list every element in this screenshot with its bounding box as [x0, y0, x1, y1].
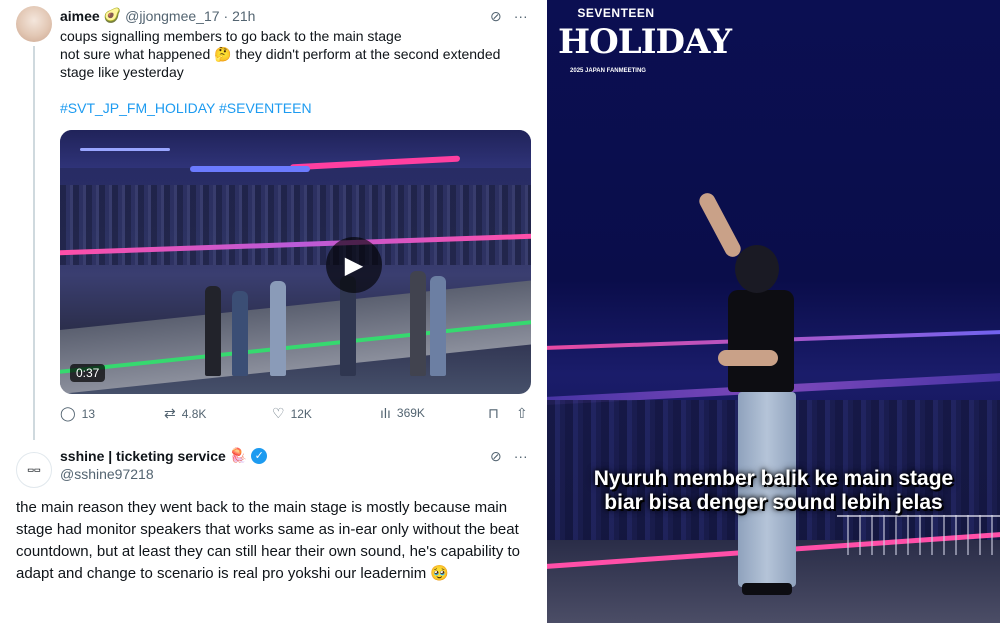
performer-torso [728, 290, 794, 392]
tweet-text: the main reason they went back to the ma… [16, 497, 536, 585]
tweet-text: coups signalling members to go back to t… [60, 27, 530, 81]
performer-shoes [742, 583, 792, 595]
logo-main-text: HOLIDAY [558, 22, 732, 62]
user-handle[interactable]: @jjongmee_17 [125, 8, 219, 24]
bookmark-button[interactable]: ⊓ [488, 405, 499, 422]
share-icon: ⇧ [516, 405, 528, 421]
repost-count: 4.8K [181, 406, 207, 421]
tweet-top-icons: ⊘ ··· [490, 448, 528, 465]
stage-light [80, 148, 170, 151]
like-count: 12K [290, 406, 312, 421]
views-count: 369K [396, 406, 425, 420]
repost-icon: ⇄ [164, 405, 176, 421]
performer [410, 271, 426, 376]
repost-button[interactable]: ⇄ 4.8K [164, 405, 206, 422]
avatar[interactable]: ▭▭ [16, 452, 52, 488]
tweet-line: coups signalling members to go back to t… [60, 28, 402, 44]
tweet-line: not sure what happened 🤔 they didn't per… [60, 45, 530, 63]
tweet-header: sshine | ticketing service 🪼 ✓ [60, 447, 268, 464]
avocado-emoji-icon: 🥑 [103, 7, 122, 23]
performer [430, 276, 446, 376]
reply-button[interactable]: ◯ 13 [60, 405, 95, 422]
subtitle-line: Nyuruh member balik ke main stage [593, 467, 954, 490]
hashtags[interactable]: #SVT_JP_FM_HOLIDAY #SEVENTEEN [60, 100, 312, 116]
stage-railing [837, 515, 1000, 555]
reply-icon: ◯ [60, 405, 76, 421]
reply-count: 13 [81, 406, 96, 421]
play-icon: ▶ [344, 251, 364, 279]
subtitle-line: biar bisa denger sound lebih jelas [604, 491, 943, 514]
more-icon[interactable]: ··· [514, 8, 528, 25]
pleading-emoji-icon: 🥹 [430, 565, 450, 582]
video-crowd [60, 185, 531, 265]
timestamp[interactable]: · 21h [224, 8, 256, 24]
logo-top-text: SEVENTEEN [577, 6, 655, 20]
tweet-actions: ◯ 13 ⇄ 4.8K ♡ 12K ılı 369K ⊓ ⇧ [60, 405, 531, 427]
grok-icon[interactable]: ⊘ [490, 448, 502, 465]
more-icon[interactable]: ··· [514, 448, 528, 465]
views-icon: ılı [380, 405, 391, 421]
avatar[interactable] [16, 6, 52, 42]
tweet-line-part: they didn't perform at the second extend… [235, 46, 501, 62]
performer [205, 286, 221, 376]
logo-sub-text: 2025 JAPAN FANMEETING [570, 68, 646, 74]
display-name[interactable]: sshine | ticketing service [60, 448, 226, 464]
like-icon: ♡ [272, 405, 285, 421]
performer [232, 291, 248, 376]
performer-forearm [718, 350, 778, 366]
grok-icon[interactable]: ⊘ [490, 8, 502, 25]
video-player[interactable]: ▶ 0:37 [60, 130, 531, 394]
bookmark-icon: ⊓ [488, 405, 499, 421]
thread-line [33, 46, 35, 440]
tweet-header: aimee 🥑 @jjongmee_17 · 21h [60, 7, 255, 24]
like-button[interactable]: ♡ 12K [272, 405, 312, 422]
play-button[interactable]: ▶ [326, 237, 382, 293]
video-duration: 0:37 [70, 364, 106, 382]
performer [270, 281, 286, 376]
display-name[interactable]: aimee [60, 8, 100, 24]
share-button[interactable]: ⇧ [516, 405, 528, 422]
tweet-top-icons: ⊘ ··· [490, 8, 528, 25]
thinking-emoji-icon: 🤔 [214, 46, 232, 62]
user-handle[interactable]: @sshine97218 [60, 466, 154, 482]
twitter-thread-panel: aimee 🥑 @jjongmee_17 · 21h ⊘ ··· coups s… [0, 0, 547, 623]
tweet-line: stage like yesterday [60, 64, 184, 80]
verified-icon: ✓ [251, 447, 268, 464]
jellyfish-emoji-icon: 🪼 [229, 447, 248, 463]
performer-head [735, 245, 779, 293]
video-stage [60, 280, 531, 394]
stage-light [190, 166, 310, 172]
video-subtitle: Nyuruh member balik ke main stage biar b… [547, 467, 1000, 515]
tweet-line-part: not sure what happened [60, 46, 211, 62]
views-button[interactable]: ılı 369K [380, 405, 425, 421]
